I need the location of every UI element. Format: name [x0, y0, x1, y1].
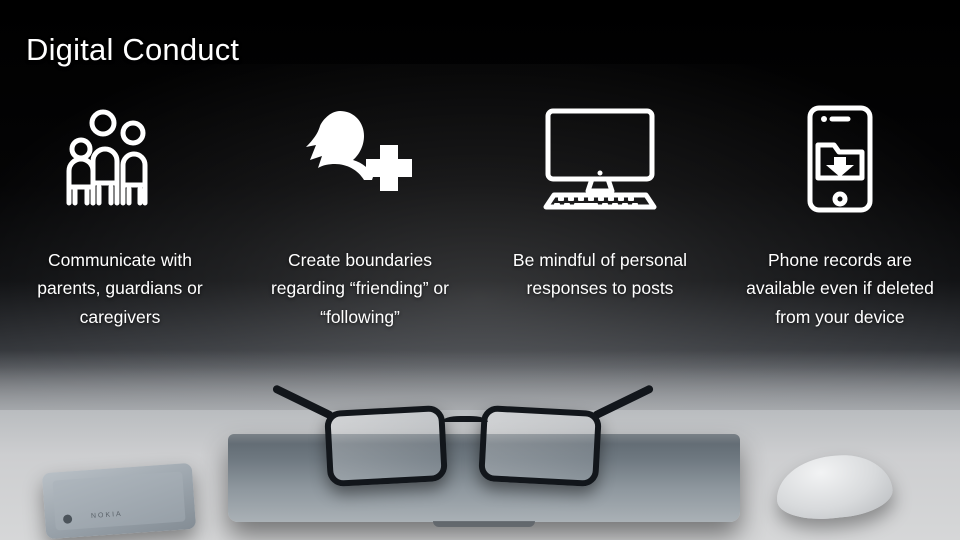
group-of-people-icon — [65, 100, 175, 218]
content-column-1: Communicate with parents, guardians or c… — [0, 100, 240, 331]
slide: NOKIA Digital Conduct Communicate with p… — [0, 0, 960, 540]
content-column-3-text: Be mindful of personal responses to post… — [512, 250, 688, 299]
content-column-2: Create boundaries regarding “friending” … — [240, 100, 480, 331]
slide-content: Digital Conduct Communicate with parents… — [0, 0, 960, 540]
phone-folder-icon — [798, 100, 882, 218]
add-friend-icon — [304, 100, 416, 218]
slide-title: Digital Conduct — [26, 32, 240, 67]
content-column-4-text: Phone records are available even if dele… — [746, 250, 934, 327]
content-column-4: Phone records are available even if dele… — [720, 100, 960, 331]
content-column-2-text: Create boundaries regarding “friending” … — [270, 250, 449, 327]
desktop-computer-icon — [532, 100, 668, 218]
content-column-3: Be mindful of personal responses to post… — [480, 100, 720, 331]
content-columns: Communicate with parents, guardians or c… — [0, 100, 960, 331]
content-column-1-text: Communicate with parents, guardians or c… — [37, 250, 203, 327]
